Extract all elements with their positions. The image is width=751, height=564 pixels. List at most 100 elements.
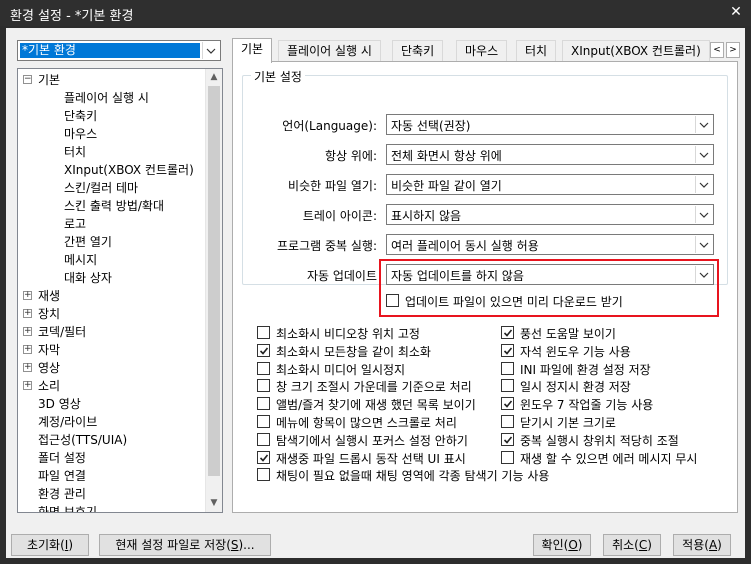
tree-item-label: 장치 <box>38 307 61 321</box>
tab-prev-icon[interactable]: < <box>710 42 724 58</box>
tree-item[interactable]: 간편 열기 <box>64 233 112 251</box>
tree-item[interactable]: XInput(XBOX 컨트롤러) <box>64 161 194 179</box>
tree-item-label: 자막 <box>38 343 61 357</box>
tree-item[interactable]: 환경 관리 <box>38 485 86 503</box>
option-label: 윈도우 7 작업줄 기능 사용 <box>520 398 654 413</box>
tab-item[interactable]: 플레이어 실행 시 <box>278 40 381 62</box>
ok-button[interactable]: 확인(O) <box>533 534 591 556</box>
option-checkbox[interactable] <box>501 361 514 375</box>
setting-value: 자동 선택(권장) <box>391 119 471 133</box>
tree-item[interactable]: 단축키 <box>64 107 97 125</box>
expand-icon[interactable]: + <box>23 381 32 390</box>
tab-strip: < > 기본 플레이어 실행 시 단축키 마우스 터치 XInput(XBOX 컨트롤러) <box>232 38 740 63</box>
option-checkbox[interactable] <box>257 361 270 375</box>
tree-item[interactable]: 스킨 출력 방법/확대 <box>64 197 164 215</box>
chevron-down-icon[interactable] <box>695 176 712 193</box>
chevron-down-icon[interactable] <box>695 236 712 253</box>
predownload-checkbox[interactable] <box>386 294 399 307</box>
tree-item[interactable]: 파일 연결 <box>38 467 86 485</box>
option-checkbox[interactable] <box>257 379 270 393</box>
title-bar: 환경 설정 - *기본 환경 ✕ <box>0 0 751 26</box>
tab-item[interactable]: 마우스 <box>456 40 508 62</box>
preset-value: *기본 환경 <box>20 43 200 58</box>
tab-item[interactable]: 기본 <box>232 38 273 63</box>
predownload-label: 업데이트 파일이 있으면 미리 다운로드 받기 <box>405 295 623 309</box>
scroll-thumb[interactable] <box>208 86 220 476</box>
close-icon[interactable]: ✕ <box>721 0 751 26</box>
tree-item-label: 소리 <box>38 379 61 393</box>
tree-item[interactable]: + 영상 <box>23 359 60 377</box>
cancel-accel: C <box>638 538 648 552</box>
option-label: 자석 윈도우 기능 사용 <box>520 344 631 359</box>
tree-item[interactable]: 플레이어 실행 시 <box>64 89 149 107</box>
option-checkbox[interactable] <box>501 397 514 411</box>
expand-icon[interactable]: + <box>23 327 32 336</box>
option-checkbox[interactable] <box>257 468 270 482</box>
tree-item[interactable]: 마우스 <box>64 125 97 143</box>
option-checkbox[interactable] <box>501 326 514 339</box>
option-checkbox[interactable] <box>257 326 270 339</box>
tab-next-icon[interactable]: > <box>726 42 740 58</box>
expand-icon[interactable]: + <box>23 291 32 300</box>
preset-select[interactable]: *기본 환경 <box>17 40 221 61</box>
option-checkbox[interactable] <box>501 379 514 393</box>
tab-item[interactable]: XInput(XBOX 컨트롤러) <box>562 40 710 62</box>
tab-item[interactable]: 단축키 <box>392 40 444 62</box>
tree-item[interactable]: 대화 상자 <box>64 269 112 287</box>
tree-item[interactable]: + 재생 <box>23 287 60 305</box>
option-checkbox[interactable] <box>501 432 514 446</box>
tree-item[interactable]: 로고 <box>64 215 86 233</box>
tree-item[interactable]: 스킨/컬러 테마 <box>64 179 138 197</box>
option-checkbox[interactable] <box>257 343 270 357</box>
tree-item[interactable]: + 자막 <box>23 341 61 359</box>
option-checkbox[interactable] <box>501 415 514 428</box>
option-checkbox[interactable] <box>257 397 270 411</box>
scroll-up-icon[interactable]: ▲ <box>206 69 222 86</box>
option-label: 재생 할 수 있으면 에러 메시지 무시 <box>520 451 698 466</box>
chevron-down-icon[interactable] <box>695 146 712 163</box>
ok-paren-close: ) <box>577 538 583 552</box>
chevron-down-icon[interactable] <box>695 206 712 223</box>
option-checkbox[interactable] <box>501 450 514 464</box>
reset-button[interactable]: 초기화(I) <box>11 534 89 556</box>
tree-item[interactable]: + 코덱/필터 <box>23 323 86 341</box>
tree-item[interactable]: − 기본 <box>23 71 61 89</box>
cancel-button[interactable]: 취소(C) <box>603 534 661 556</box>
expand-icon[interactable]: + <box>23 345 32 354</box>
tree-item[interactable]: + 소리 <box>23 377 61 395</box>
tree-item[interactable]: 폴더 설정 <box>38 449 86 467</box>
tree-item-label: 기본 <box>38 73 61 87</box>
option-checkbox[interactable] <box>501 343 514 357</box>
option-checkbox[interactable] <box>257 415 270 428</box>
scroll-down-icon[interactable]: ▼ <box>206 495 222 512</box>
tree-item[interactable]: 3D 영상 <box>38 395 81 413</box>
tree-item[interactable]: 접근성(TTS/UIA) <box>38 431 127 449</box>
setting-select[interactable]: 비슷한 파일 같이 열기 <box>386 174 714 195</box>
tree-item[interactable]: 터치 <box>64 143 86 161</box>
tree-item[interactable]: 계정/라이브 <box>38 413 97 431</box>
expand-icon[interactable]: + <box>23 363 32 372</box>
tree-item[interactable]: 메시지 <box>64 251 97 269</box>
expand-icon[interactable]: + <box>23 309 32 318</box>
ok-label: 확인 <box>541 538 564 552</box>
setting-select[interactable]: 여러 플레이어 동시 실행 허용 <box>386 234 714 255</box>
settings-window: 환경 설정 - *기본 환경 ✕ *기본 환경 − 기본 플레이어 실행 시 단축키 마… <box>0 0 751 564</box>
save-as-button[interactable]: 현재 설정 파일로 저장(S)... <box>99 534 271 556</box>
setting-select[interactable]: 자동 선택(권장) <box>386 114 714 135</box>
chevron-down-icon[interactable] <box>202 42 219 59</box>
option-checkbox[interactable] <box>257 432 270 446</box>
tree-item[interactable]: + 장치 <box>23 305 61 323</box>
tree-scrollbar[interactable]: ▲ ▼ <box>205 69 222 512</box>
collapse-icon[interactable]: − <box>23 75 32 84</box>
setting-select[interactable]: 표시하지 않음 <box>386 204 714 225</box>
save-as-accel: S <box>230 538 239 552</box>
tab-item[interactable]: 터치 <box>516 40 557 62</box>
apply-button[interactable]: 적용(A) <box>673 534 731 556</box>
setting-select[interactable]: 전체 화면시 항상 위에 <box>386 144 714 165</box>
option-checkbox[interactable] <box>257 450 270 464</box>
chevron-down-icon[interactable] <box>695 116 712 133</box>
setting-label: 프로그램 중복 실행: <box>277 239 377 253</box>
tree-item[interactable]: 화면 보호기 <box>38 503 97 512</box>
option-label: 최소화시 모든창을 같이 최소화 <box>276 344 431 359</box>
tree-item-label: 플레이어 실행 시 <box>64 91 149 105</box>
